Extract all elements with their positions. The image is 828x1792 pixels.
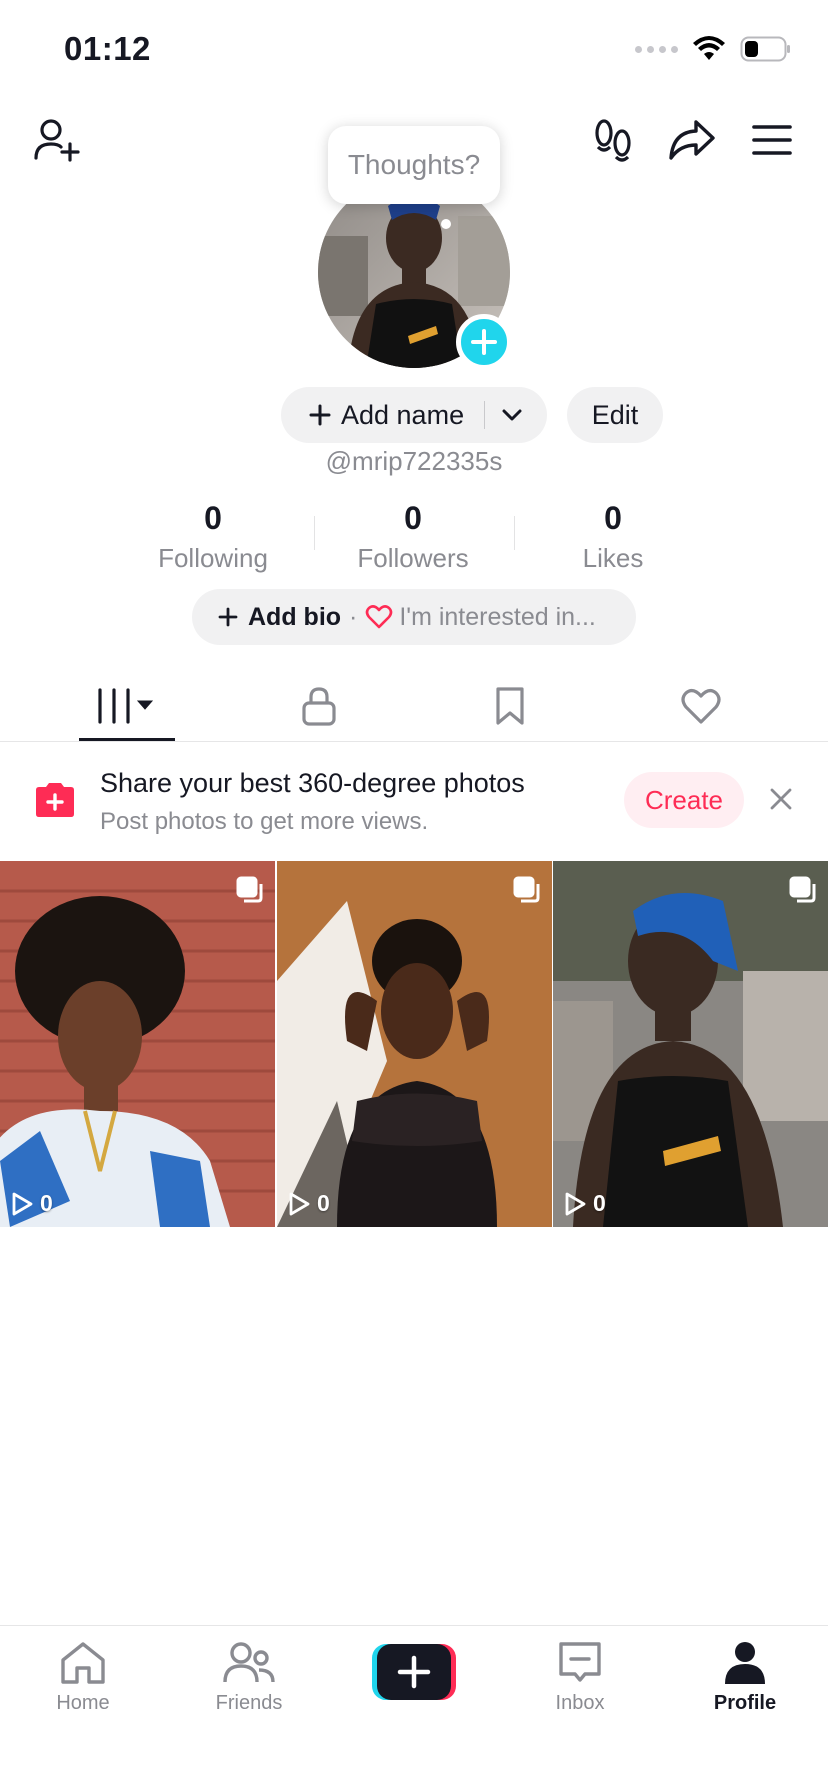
bottom-nav: Home Friends Inbox Profile (0, 1625, 828, 1792)
post-thumbnail (277, 861, 552, 1227)
heart-outline-icon (680, 689, 721, 724)
nav-profile[interactable]: Profile (662, 1626, 828, 1746)
interests-label: I'm interested in... (399, 602, 596, 631)
view-count: 0 (287, 1190, 330, 1217)
play-icon (289, 1192, 310, 1215)
tab-videos[interactable] (23, 670, 230, 742)
share-button[interactable] (666, 114, 718, 166)
tab-favorites[interactable] (406, 670, 613, 742)
footprints-button[interactable] (588, 114, 640, 166)
stat-label: Followers (357, 543, 469, 573)
stat-label: Likes (582, 543, 644, 573)
thoughts-tooltip[interactable]: Thoughts? (328, 126, 500, 204)
stat-value: 0 (204, 500, 222, 536)
banner-subtitle: Post photos to get more views. (100, 808, 429, 835)
inbox-icon (559, 1642, 601, 1682)
status-indicators (635, 36, 792, 62)
add-friend-button[interactable] (30, 114, 82, 166)
profile-tabs (0, 670, 828, 742)
home-icon (61, 1642, 105, 1684)
edit-profile-button[interactable]: Edit (567, 387, 663, 443)
plus-icon (309, 404, 331, 426)
friends-icon (223, 1642, 275, 1683)
signal-icon (635, 45, 678, 53)
view-count-value: 0 (40, 1190, 53, 1216)
active-tab-indicator (79, 738, 175, 741)
banner-title: Share your best 360-degree photos (100, 768, 525, 798)
profile-icon (725, 1642, 765, 1684)
play-icon (565, 1192, 586, 1215)
posts-grid: 0 0 0 (0, 861, 828, 1227)
photo-plus-icon (36, 783, 74, 817)
battery-icon (740, 36, 790, 62)
pill-divider (484, 401, 486, 429)
nav-home[interactable]: Home (0, 1626, 166, 1746)
profile-stats: 0 Following 0 Followers 0 Likes (0, 500, 828, 573)
tooltip-text: Thoughts? (347, 149, 481, 180)
add-bio-label: Add bio (248, 602, 342, 631)
stat-followers[interactable]: 0 Followers (323, 500, 503, 574)
nav-friends[interactable]: Friends (166, 1626, 332, 1746)
videos-grid-icon (97, 688, 153, 724)
status-time: 01:12 (64, 30, 151, 67)
nav-label: Friends (215, 1692, 283, 1714)
post-thumbnail (0, 861, 275, 1227)
stat-label: Following (158, 543, 268, 573)
lock-icon (301, 687, 336, 726)
view-count: 0 (563, 1190, 606, 1217)
plus-icon (471, 329, 497, 355)
stat-likes[interactable]: 0 Likes (523, 500, 703, 574)
tab-liked[interactable] (597, 670, 804, 742)
view-count-value: 0 (317, 1190, 330, 1216)
photo-carousel-icon (513, 876, 540, 903)
create-button[interactable]: Create (624, 772, 744, 828)
heart-icon (365, 605, 393, 629)
status-bar: 01:12 (0, 0, 828, 100)
footprints-icon (595, 119, 631, 162)
stat-divider (514, 516, 515, 550)
post-tile[interactable]: 0 (277, 861, 552, 1227)
bookmark-icon (495, 687, 524, 725)
name-row: Add name Edit (0, 387, 828, 443)
hamburger-menu-icon (752, 125, 792, 155)
stat-divider (314, 516, 315, 550)
photo-carousel-icon (236, 876, 263, 903)
add-name-button[interactable]: Add name (281, 387, 547, 443)
tooltip-pointer (441, 219, 451, 229)
add-avatar-button[interactable] (456, 314, 512, 370)
username: @mrip722335s (325, 446, 503, 476)
add-name-label: Add name (341, 399, 465, 430)
photo-promo-banner: Share your best 360-degree photos Post p… (0, 742, 828, 860)
wifi-icon (693, 36, 725, 60)
post-tile[interactable]: 0 (553, 861, 828, 1227)
nav-label: Home (56, 1692, 110, 1714)
photo-carousel-icon (789, 876, 816, 903)
create-plus-icon (372, 1644, 456, 1700)
bio-separator: · (349, 602, 358, 631)
view-count: 0 (10, 1190, 53, 1217)
stat-value: 0 (604, 500, 622, 536)
plus-icon (218, 607, 238, 627)
nav-label: Inbox (555, 1692, 605, 1714)
post-thumbnail (553, 861, 828, 1227)
post-tile[interactable]: 0 (0, 861, 275, 1227)
share-arrow-icon (669, 120, 715, 160)
view-count-value: 0 (593, 1190, 606, 1216)
stat-following[interactable]: 0 Following (123, 500, 303, 574)
add-user-icon (34, 119, 80, 162)
play-icon (12, 1192, 33, 1215)
menu-button[interactable] (746, 114, 798, 166)
create-post-button[interactable] (372, 1644, 456, 1700)
close-icon (770, 788, 792, 810)
close-banner-button[interactable] (764, 782, 798, 816)
tab-private[interactable] (215, 670, 422, 742)
add-bio-button[interactable]: Add bio · I'm interested in... (192, 589, 636, 645)
stat-value: 0 (404, 500, 422, 536)
nav-inbox[interactable]: Inbox (497, 1626, 663, 1746)
nav-label: Profile (713, 1692, 777, 1714)
chevron-down-icon[interactable] (501, 408, 523, 422)
